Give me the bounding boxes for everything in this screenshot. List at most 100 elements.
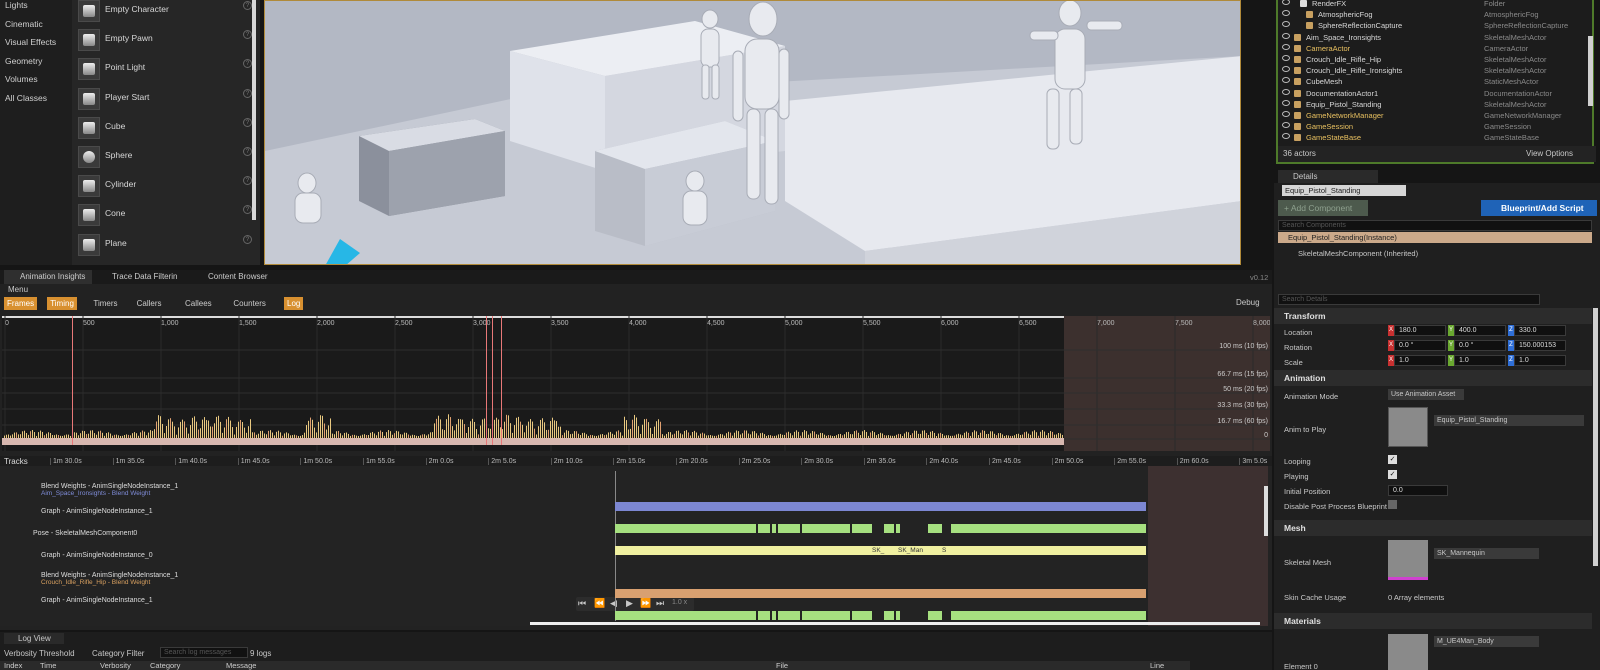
outliner-row[interactable]: CubeMesh StaticMeshActor <box>1278 76 1596 87</box>
blueprint-add-script-button[interactable]: Blueprint/Add Script <box>1481 200 1597 216</box>
toolbar-timing[interactable]: Timing <box>47 297 77 310</box>
category-lights[interactable]: Lights <box>0 0 72 19</box>
level-viewport[interactable] <box>264 0 1241 265</box>
category-all-classes[interactable]: All Classes <box>0 93 72 112</box>
rot-x-field[interactable]: 0.0 ° <box>1394 340 1446 351</box>
graph-bar[interactable] <box>778 611 800 620</box>
outliner-row[interactable]: AtmosphericFog AtmosphericFog <box>1278 9 1596 20</box>
skip-start-icon[interactable]: ⏮ <box>578 598 586 609</box>
graph-bar[interactable] <box>615 611 756 620</box>
component-row[interactable]: SkeletalMeshComponent (Inherited) <box>1298 249 1418 258</box>
tab-content-browser[interactable]: Content Browser <box>192 270 278 284</box>
tracks-button[interactable]: Tracks <box>4 457 28 466</box>
log-column-category[interactable]: Category <box>150 661 180 670</box>
scl-x-field[interactable]: 1.0 <box>1394 355 1446 366</box>
outliner-row[interactable]: Aim_Space_Ironsights SkeletalMeshActor <box>1278 32 1596 43</box>
location-label[interactable]: Location <box>1284 328 1312 337</box>
graph-bar[interactable] <box>758 524 770 533</box>
log-column-file[interactable]: File <box>776 661 788 670</box>
scl-z-field[interactable]: 1.0 <box>1514 355 1566 366</box>
category-volumes[interactable]: Volumes <box>0 74 72 93</box>
actor-item-point-light[interactable]: Point Light? <box>72 57 252 86</box>
search-log-input[interactable]: Search log messages <box>160 647 248 658</box>
loc-y-field[interactable]: 400.0 <box>1454 325 1506 336</box>
outliner-row[interactable]: RenderFX Folder <box>1278 0 1596 9</box>
help-icon[interactable]: ? <box>243 205 252 215</box>
graph-bar[interactable] <box>951 524 1146 533</box>
help-icon[interactable]: ? <box>243 1 252 10</box>
scale-label[interactable]: Scale <box>1284 358 1303 367</box>
blend-weight-bar[interactable] <box>615 589 1146 598</box>
outliner-scrollbar[interactable] <box>1588 36 1593 106</box>
log-column-verbosity[interactable]: Verbosity <box>100 661 131 670</box>
toolbar-timers[interactable]: Timers <box>90 297 120 310</box>
help-icon[interactable]: ? <box>243 88 252 98</box>
actor-item-cone[interactable]: Cone? <box>72 203 252 232</box>
track-title[interactable]: Graph - AnimSingleNodeInstance_1 <box>41 508 153 515</box>
step-back-icon[interactable]: ⏪ <box>594 598 605 609</box>
verbosity-threshold-dropdown[interactable]: Verbosity Threshold <box>4 649 75 658</box>
help-icon[interactable]: ? <box>243 59 252 69</box>
visibility-eye-icon[interactable] <box>1282 77 1290 84</box>
visibility-eye-icon[interactable] <box>1282 10 1290 17</box>
graph-bar[interactable] <box>951 611 1146 620</box>
outliner-row[interactable]: CameraActor CameraActor <box>1278 43 1596 54</box>
help-icon[interactable]: ? <box>243 147 252 156</box>
graph-bar[interactable] <box>896 611 900 620</box>
section-materials[interactable]: Materials <box>1274 613 1592 629</box>
tab-details[interactable]: Details <box>1278 170 1378 183</box>
help-icon[interactable]: ? <box>243 234 252 244</box>
visibility-eye-icon[interactable] <box>1282 43 1290 50</box>
search-components-input[interactable]: Search Components <box>1278 220 1592 231</box>
graph-bar[interactable] <box>928 524 942 533</box>
log-column-index[interactable]: Index <box>4 661 22 670</box>
log-column-line[interactable]: Line <box>1150 661 1164 670</box>
actor-item-sphere[interactable]: Sphere? <box>72 145 252 174</box>
actor-item-empty-pawn[interactable]: Empty Pawn? <box>72 28 252 57</box>
outliner-row[interactable]: GameSession GameSession <box>1278 121 1596 132</box>
graph-bar[interactable] <box>802 611 850 620</box>
category-filter-dropdown[interactable]: Category Filter <box>92 649 144 658</box>
actor-item-empty-character[interactable]: Empty Character? <box>72 0 252 28</box>
tracks-hscrollbar[interactable] <box>530 622 1260 625</box>
visibility-eye-icon[interactable] <box>1282 55 1290 61</box>
toolbar-callers[interactable]: Callers <box>134 297 165 310</box>
playing-checkbox[interactable]: ✓ <box>1388 470 1397 479</box>
visibility-eye-icon[interactable] <box>1282 0 1290 5</box>
graph-bar[interactable] <box>615 524 756 533</box>
outliner-row[interactable]: GameStateBase GameStateBase <box>1278 132 1596 143</box>
material-dropdown[interactable]: M_UE4Man_Body <box>1434 636 1539 647</box>
step-forward-icon[interactable]: ⏩ <box>640 598 651 609</box>
visibility-eye-icon[interactable] <box>1282 111 1290 117</box>
add-component-button[interactable]: + Add Component <box>1278 200 1368 216</box>
timing-tracks[interactable]: ⏮ ⏪ ◀ ▶ ⏩ ⏭ 1.0 x Blend Weights - AnimSi… <box>0 466 1272 626</box>
actor-item-cylinder[interactable]: Cylinder? <box>72 174 252 203</box>
graph-bar[interactable] <box>772 524 776 533</box>
track-title[interactable]: Graph - AnimSingleNodeInstance_1 <box>41 597 153 604</box>
graph-bar[interactable] <box>852 524 872 533</box>
outliner-row[interactable]: Equip_Pistol_Standing SkeletalMeshActor <box>1278 99 1596 110</box>
loc-z-field[interactable]: 330.0 <box>1514 325 1566 336</box>
toolbar-frames[interactable]: Frames <box>4 297 38 310</box>
visibility-eye-icon[interactable] <box>1282 21 1290 28</box>
component-instance-row[interactable]: Equip_Pistol_Standing(Instance) <box>1278 232 1592 243</box>
frames-graph[interactable]: 0 500 1,000 1,500 2,000 2,500 3,000 3,500 4,000 4… <box>2 316 1271 451</box>
loc-x-field[interactable]: 180.0 <box>1394 325 1446 336</box>
rot-y-field[interactable]: 0.0 ° <box>1454 340 1506 351</box>
help-icon[interactable]: ? <box>243 117 252 127</box>
visibility-eye-icon[interactable] <box>1282 66 1290 73</box>
initial-position-field[interactable]: 0.0 <box>1388 485 1448 496</box>
details-scrollbar[interactable] <box>1593 308 1598 566</box>
menu-button[interactable]: Menu <box>8 285 28 294</box>
track-title[interactable]: Graph - AnimSingleNodeInstance_0 <box>41 552 153 559</box>
toolbar-log[interactable]: Log <box>284 297 304 310</box>
looping-checkbox[interactable]: ✓ <box>1388 455 1397 464</box>
actor-name-field[interactable]: Equip_Pistol_Standing <box>1282 185 1406 196</box>
section-transform[interactable]: Transform <box>1274 308 1592 324</box>
play-icon[interactable]: ▶ <box>626 598 633 609</box>
track-title[interactable]: Blend Weights - AnimSingleNodeInstance_1 <box>41 483 178 490</box>
category-geometry[interactable]: Geometry <box>0 56 72 75</box>
graph-bar[interactable] <box>802 524 850 533</box>
help-icon[interactable]: ? <box>243 176 252 186</box>
animation-mode-dropdown[interactable]: Use Animation Asset <box>1388 389 1464 400</box>
